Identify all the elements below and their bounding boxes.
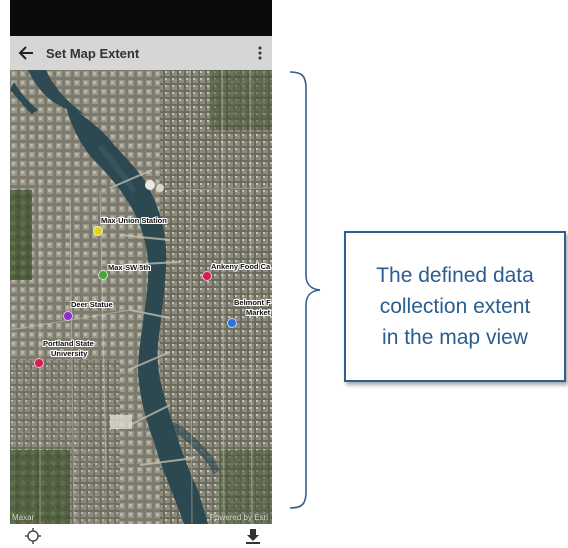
extent-bracket	[289, 71, 321, 509]
callout-line-3: in the map view	[382, 326, 528, 349]
sw5-marker[interactable]	[98, 270, 108, 280]
download-icon[interactable]	[244, 527, 262, 545]
callout-line-2: collection extent	[379, 295, 531, 318]
union-station-marker[interactable]	[93, 226, 103, 236]
belmont-label-line1: Belmont F	[234, 298, 271, 307]
more-vert-icon	[258, 46, 262, 60]
sw5-label: Max-SW 5th	[108, 263, 151, 272]
locate-icon[interactable]	[24, 527, 42, 545]
ankeny-label: Ankeny Food Ca	[211, 262, 271, 271]
phone-screen: Set Map Extent Max-Union Station Max-SW …	[10, 0, 272, 548]
belmont-label-line2: Market	[246, 308, 271, 317]
arrow-left-icon	[18, 46, 33, 60]
more-options-button[interactable]	[248, 36, 272, 70]
bottom-toolbar	[10, 524, 272, 548]
psu-label-line2: University	[51, 349, 88, 358]
ankeny-marker[interactable]	[202, 271, 212, 281]
deer-statue-marker[interactable]	[63, 311, 73, 321]
status-bar	[10, 0, 272, 36]
app-bar: Set Map Extent	[10, 36, 272, 70]
callout-line-1: The defined data	[376, 264, 534, 287]
map-view[interactable]: Max-Union Station Max-SW 5th Ankeny Food…	[10, 70, 272, 524]
attribution-esri[interactable]: Powered by Esri	[210, 513, 268, 522]
psu-label-line1: Portland State	[43, 339, 94, 348]
extent-callout: The defined data collection extent in th…	[344, 231, 566, 382]
psu-marker[interactable]	[34, 358, 44, 368]
back-button[interactable]	[12, 36, 40, 70]
page-title: Set Map Extent	[46, 45, 140, 61]
deer-statue-label: Deer Statue	[71, 300, 113, 309]
union-station-label: Max-Union Station	[101, 216, 167, 225]
belmont-marker[interactable]	[227, 318, 237, 328]
attribution-maxar: Maxar	[12, 513, 35, 522]
satellite-imagery	[10, 70, 272, 524]
